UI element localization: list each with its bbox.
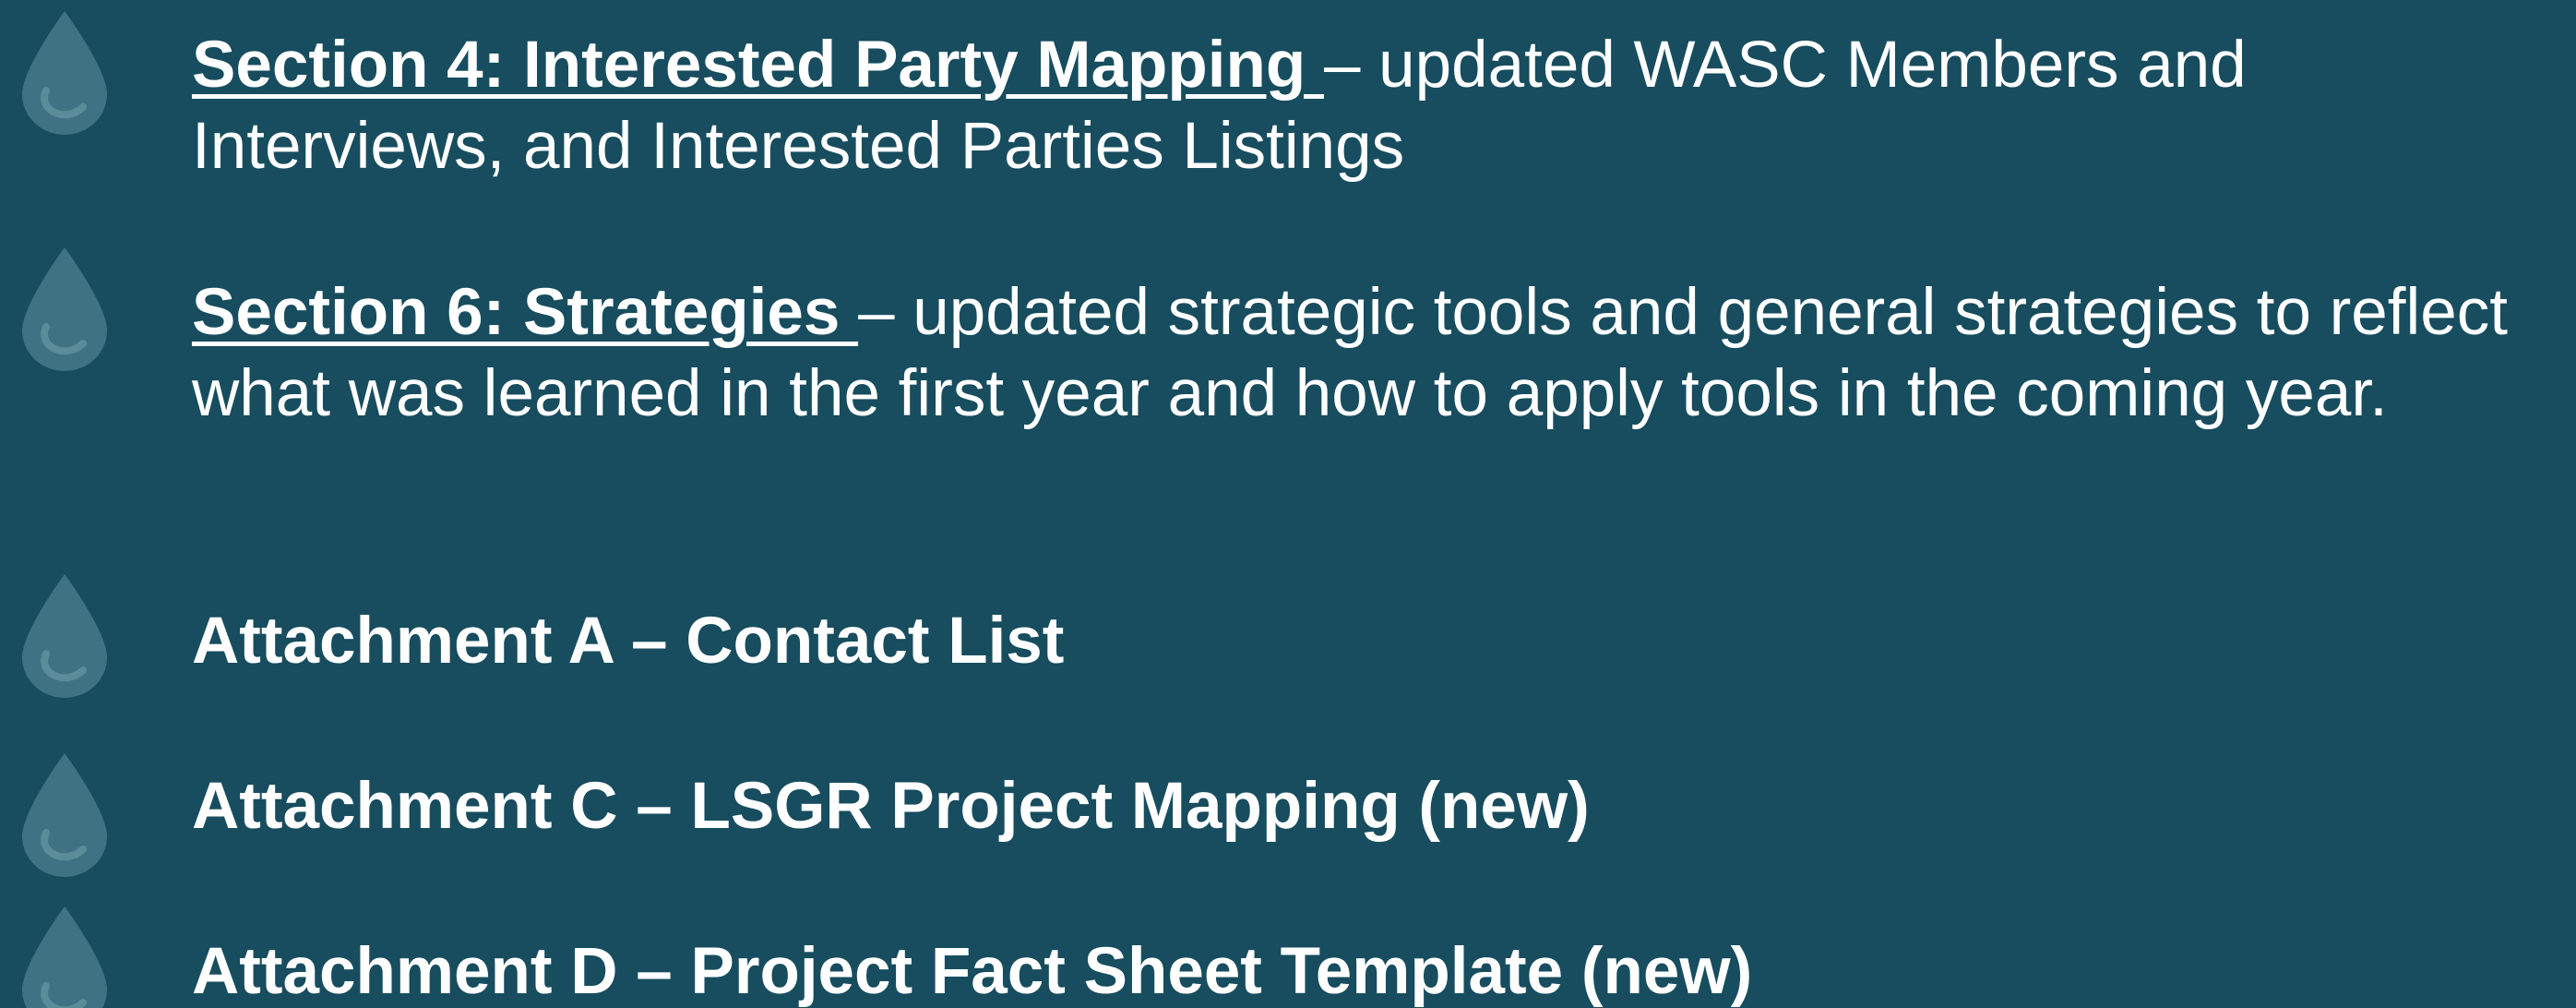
slide: Section 4: Interested Party Mapping – up… [0,0,2576,1008]
bullet-heading: Section 6: Strategies [192,276,859,349]
bullet-text: Section 4: Interested Party Mapping – up… [192,25,2554,187]
water-drop-icon [9,903,120,1008]
water-drop-icon [9,244,120,373]
bullet-text: Attachment C – LSGR Project Mapping (new… [192,766,2554,847]
bullet-text: Attachment D – Project Fact Sheet Templa… [192,931,2554,1008]
water-drop-icon [9,750,120,879]
bullet-heading: Attachment A – Contact List [192,605,1065,678]
bullet-text: Attachment A – Contact List [192,601,2554,682]
bullet-heading: Section 4: Interested Party Mapping [192,29,1324,102]
bullet-heading: Attachment C – LSGR Project Mapping (new… [192,770,1590,843]
water-drop-icon [9,7,120,137]
water-drop-icon [9,570,120,700]
bullet-text: Section 6: Strategies – updated strategi… [192,272,2554,435]
bullet-heading: Attachment D – Project Fact Sheet Templa… [192,935,1753,1008]
